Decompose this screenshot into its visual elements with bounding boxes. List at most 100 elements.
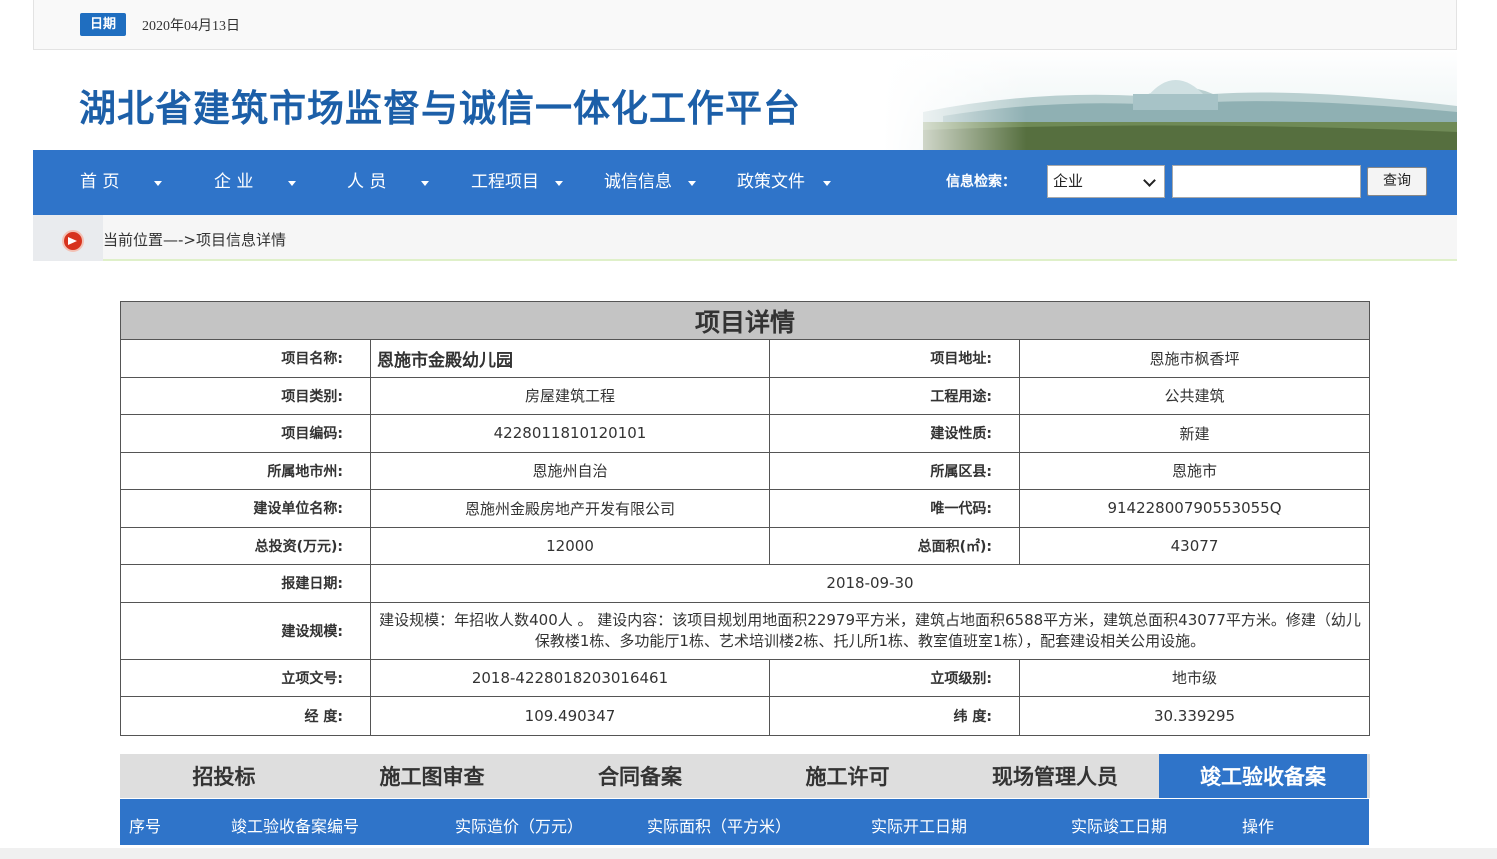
nav-label: 诚信信息 <box>604 172 672 192</box>
chevron-down-icon <box>555 181 563 186</box>
construction-scale: 建设规模：年招收人数400人 。 建设内容：该项目规划用地面积22979平方米，… <box>379 610 1361 650</box>
field-value: 恩施市 <box>1171 462 1217 481</box>
search-category-select[interactable]: 企业 <box>1047 165 1165 198</box>
column-header: 实际造价（万元） <box>455 817 584 836</box>
detail-heading: 项目详情 <box>121 302 1369 340</box>
project-detail-table: 项目详情 项目名称: 恩施市金殿幼儿园 项目地址: 恩施市枫香坪 项目类别: 房… <box>120 301 1370 736</box>
nav-label: 人 员 <box>347 172 387 192</box>
field-value: 房屋建筑工程 <box>371 377 770 414</box>
search-category-value: 企业 <box>1053 172 1084 190</box>
chevron-down-icon <box>1143 174 1156 187</box>
field-label: 立项文号: <box>121 659 371 696</box>
completion-table-header: 序号 竣工验收备案编号 实际造价（万元） 实际面积（平方米） 实际开工日期 实际… <box>120 798 1369 845</box>
column-header: 操作 <box>1242 817 1275 836</box>
field-value: 恩施州自治 <box>371 452 770 489</box>
table-row: 项目类别: 房屋建筑工程 工程用途: 公共建筑 <box>121 377 1369 415</box>
tab-completion-filing[interactable]: 竣工验收备案 <box>1159 754 1367 798</box>
field-label: 所属地市州: <box>121 452 371 489</box>
field-label: 所属区县: <box>770 452 1020 489</box>
report-date: 2018-09-30 <box>826 574 914 593</box>
nav-label: 政策文件 <box>737 172 805 192</box>
breadcrumb-text: 当前位置—->项目信息详情 <box>103 231 286 249</box>
chevron-down-icon <box>288 181 296 186</box>
tab-construction-permit[interactable]: 施工许可 <box>744 754 951 798</box>
nav-item-enterprise[interactable]: 企 业 <box>214 167 296 197</box>
table-row: 建设单位名称: 恩施州金殿房地产开发有限公司 唯一代码: 91422800790… <box>121 490 1369 528</box>
table-row: 项目编码: 4228011810120101 建设性质: 新建 <box>121 415 1369 453</box>
search-input[interactable] <box>1172 165 1361 198</box>
table-row: 建设规模: 建设规模：年招收人数400人 。 建设内容：该项目规划用地面积229… <box>121 602 1369 660</box>
arrow-right-icon <box>62 230 84 252</box>
field-value: 新建 <box>1179 424 1210 443</box>
tab-contract-filing[interactable]: 合同备案 <box>536 754 744 798</box>
field-value: 2018-4228018203016461 <box>371 659 770 696</box>
nav-label: 首 页 <box>80 172 120 192</box>
table-row: 所属地市州: 恩施州自治 所属区县: 恩施市 <box>121 452 1369 490</box>
search-label: 信息检索： <box>946 174 1016 190</box>
main-nav: 首 页 企 业 人 员 工程项目 诚信信息 政策文件 信息检索： 企业 查询 <box>33 150 1457 215</box>
nav-item-policy[interactable]: 政策文件 <box>737 167 837 197</box>
field-value: 公共建筑 <box>1164 387 1225 406</box>
field-value: 地市级 <box>1171 669 1217 688</box>
field-value: 恩施市枫香坪 <box>1149 349 1240 368</box>
nav-item-home[interactable]: 首 页 <box>80 167 162 197</box>
tab-site-managers[interactable]: 现场管理人员 <box>951 754 1159 798</box>
field-label: 建设性质: <box>770 415 1020 452</box>
column-header: 竣工验收备案编号 <box>231 817 360 836</box>
chevron-down-icon <box>823 181 831 186</box>
table-row: 立项文号: 2018-4228018203016461 立项级别: 地市级 <box>121 659 1369 697</box>
project-name: 恩施市金殿幼儿园 <box>371 340 770 377</box>
field-label: 纬 度: <box>770 697 1020 735</box>
field-label: 建设单位名称: <box>121 490 371 527</box>
chevron-down-icon <box>154 181 162 186</box>
field-label: 项目名称: <box>121 340 371 377</box>
field-value: 91422800790553055Q <box>1107 499 1282 518</box>
field-label: 经 度: <box>121 697 371 735</box>
nav-item-credit[interactable]: 诚信信息 <box>604 167 704 197</box>
field-value: 12000 <box>371 527 770 564</box>
site-title: 湖北省建筑市场监督与诚信一体化工作平台 <box>79 87 801 130</box>
tab-bidding[interactable]: 招投标 <box>120 754 328 798</box>
field-label: 总投资(万元): <box>121 527 371 564</box>
chevron-down-icon <box>421 181 429 186</box>
chevron-down-icon <box>688 181 696 186</box>
field-label: 项目地址: <box>770 340 1020 377</box>
column-header: 实际面积（平方米） <box>647 817 792 836</box>
field-label: 唯一代码: <box>770 490 1020 527</box>
record-tabs: 招投标 施工图审查 合同备案 施工许可 现场管理人员 竣工验收备案 <box>120 754 1370 798</box>
nav-label: 企 业 <box>214 172 254 192</box>
page: 日期 2020年04月13日 湖北省建筑市场监督与诚信一体化工作平台 首 页 企… <box>0 0 1497 859</box>
site-banner: 湖北省建筑市场监督与诚信一体化工作平台 <box>33 50 1457 150</box>
field-label: 工程用途: <box>770 377 1020 414</box>
field-label: 总面积(㎡): <box>770 527 1020 564</box>
field-label: 项目类别: <box>121 377 371 414</box>
date-bar: 日期 2020年04月13日 <box>33 0 1457 50</box>
field-label: 建设规模: <box>121 602 371 659</box>
table-row: 经 度: 109.490347 纬 度: 30.339295 <box>121 697 1369 735</box>
field-value: 109.490347 <box>371 697 770 735</box>
breadcrumb-icon-box <box>33 215 103 261</box>
nav-label: 工程项目 <box>471 172 539 192</box>
table-row: 总投资(万元): 12000 总面积(㎡): 43077 <box>121 527 1369 565</box>
field-value: 4228011810120101 <box>371 415 770 452</box>
horizontal-scrollbar[interactable] <box>0 848 1497 859</box>
field-value: 30.339295 <box>1153 706 1236 725</box>
field-value: 恩施州金殿房地产开发有限公司 <box>371 490 770 527</box>
column-header: 实际竣工日期 <box>1071 817 1168 836</box>
tab-drawing-review[interactable]: 施工图审查 <box>328 754 536 798</box>
field-label: 报建日期: <box>121 565 371 602</box>
nav-item-personnel[interactable]: 人 员 <box>347 167 429 197</box>
field-label: 立项级别: <box>770 659 1020 696</box>
field-label: 项目编码: <box>121 415 371 452</box>
column-header: 实际开工日期 <box>871 817 968 836</box>
current-date: 2020年04月13日 <box>142 19 240 34</box>
table-row: 项目名称: 恩施市金殿幼儿园 项目地址: 恩施市枫香坪 <box>121 340 1369 378</box>
search-button[interactable]: 查询 <box>1367 167 1427 196</box>
building-image <box>883 50 1457 150</box>
nav-item-projects[interactable]: 工程项目 <box>471 167 571 197</box>
breadcrumb: 当前位置—->项目信息详情 <box>33 215 1457 261</box>
column-header: 序号 <box>129 817 162 836</box>
table-row: 报建日期: 2018-09-30 <box>121 565 1369 603</box>
field-value: 43077 <box>1170 536 1219 555</box>
date-badge: 日期 <box>80 13 126 36</box>
